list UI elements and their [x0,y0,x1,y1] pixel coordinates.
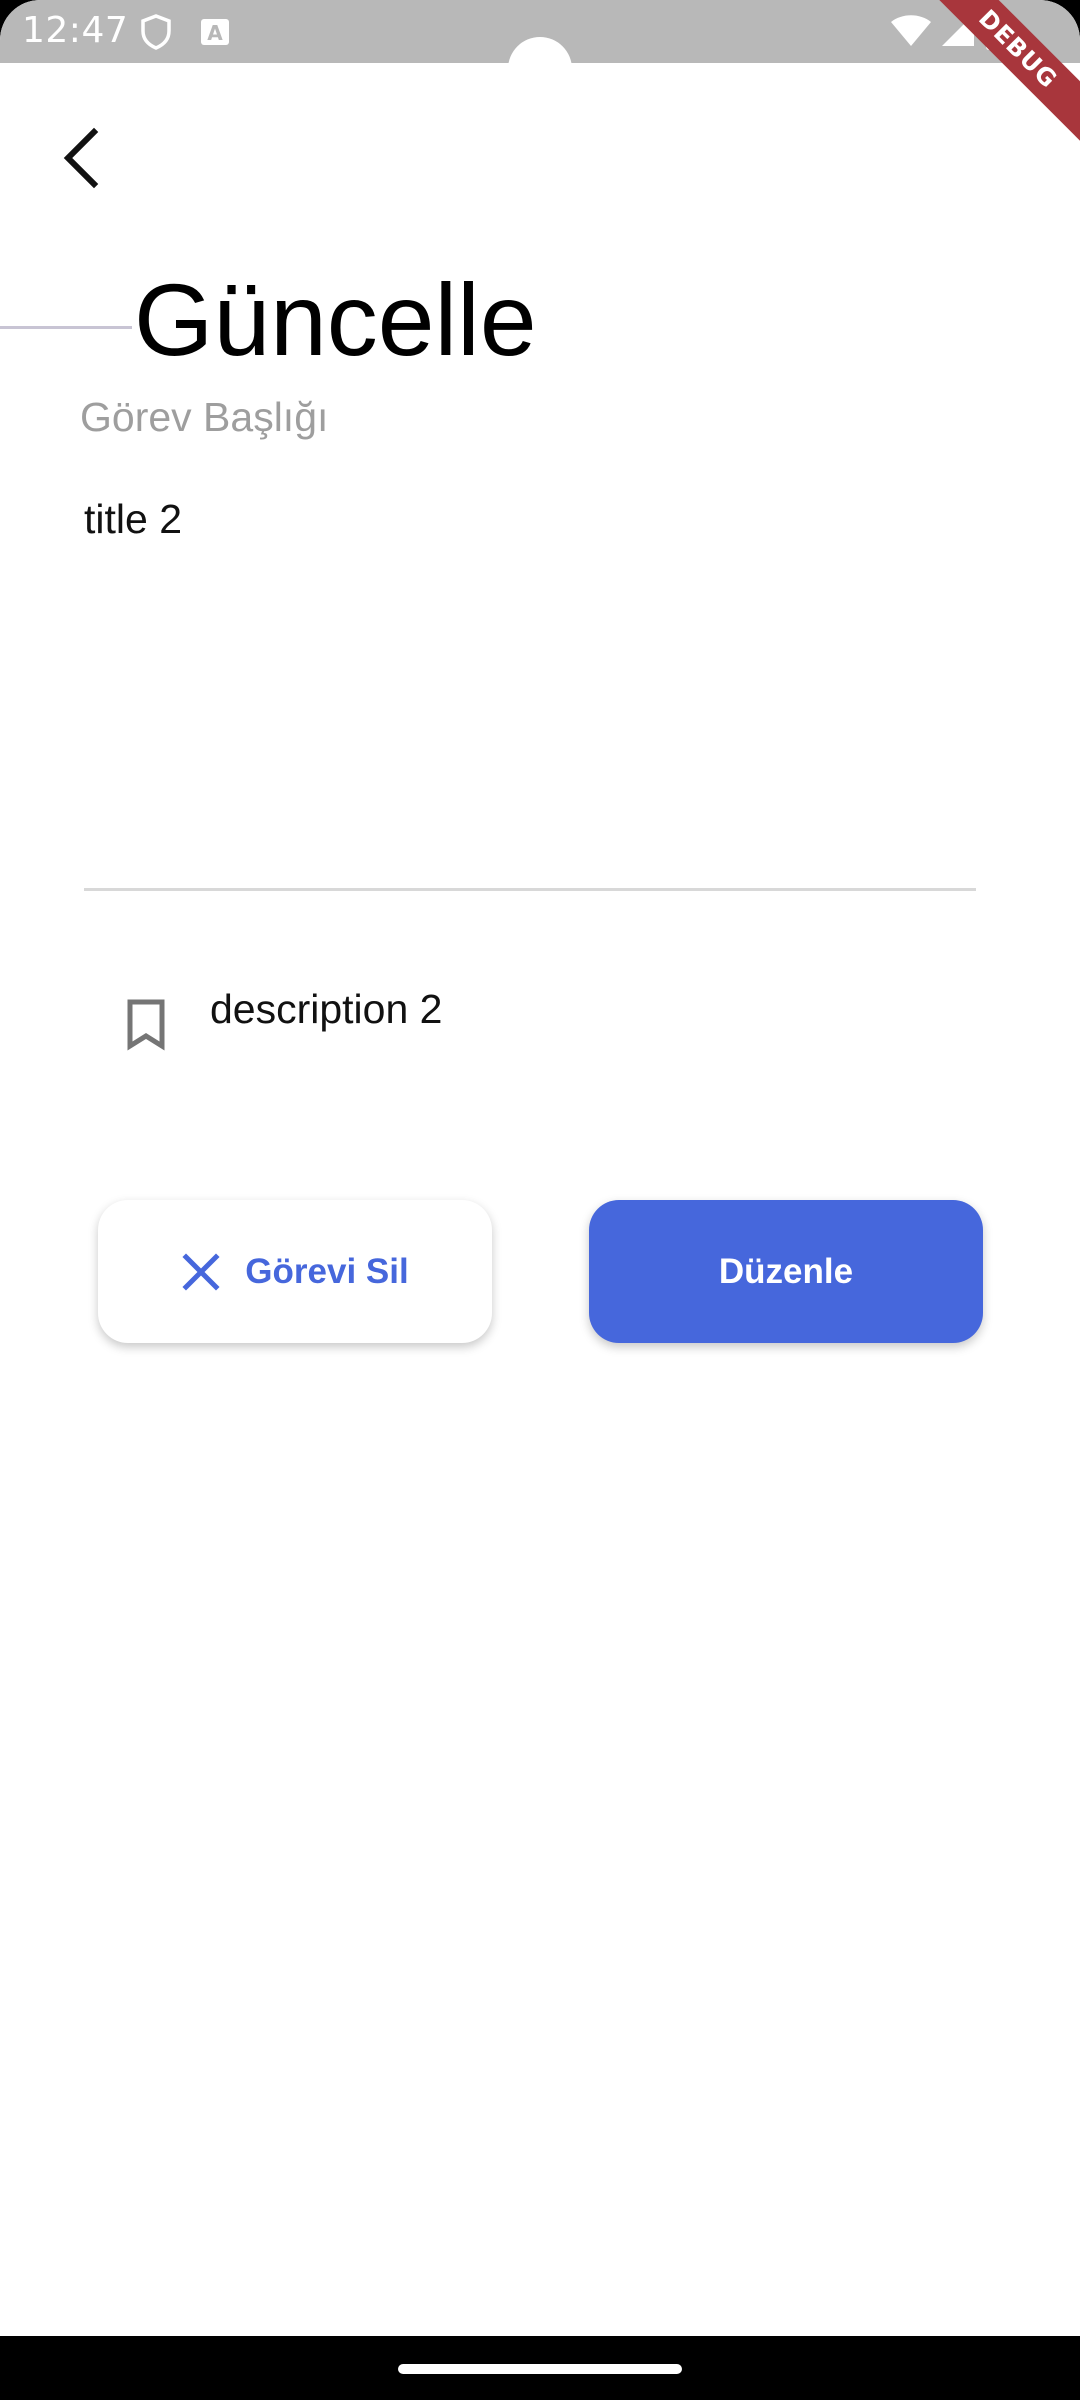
title-decoration-line [0,326,132,329]
edit-task-button[interactable]: Düzenle [589,1200,983,1343]
page-title: Güncelle [134,263,537,377]
task-description-input[interactable]: description 2 [210,986,442,1033]
edit-task-label: Düzenle [718,1251,854,1291]
screen: 12:47 A DEBUG Güncelle Görev Başlığı tit… [0,0,1080,2400]
delete-task-label: Görevi Sil [245,1251,409,1291]
delete-task-button[interactable]: Görevi Sil [98,1200,492,1343]
close-icon [181,1252,221,1292]
task-title-underline [84,888,976,891]
bookmark-icon [124,998,168,1052]
wifi-icon [890,14,932,52]
chevron-left-icon [63,127,99,189]
camera-cutout [508,37,572,101]
back-button[interactable] [52,120,116,196]
task-title-label: Görev Başlığı [80,394,329,440]
task-title-input[interactable]: title 2 [84,496,182,543]
shield-icon [140,14,172,54]
keyboard-a-icon: A [200,18,230,50]
svg-text:A: A [207,21,223,45]
home-indicator[interactable] [398,2364,682,2374]
status-time: 12:47 [22,10,129,51]
